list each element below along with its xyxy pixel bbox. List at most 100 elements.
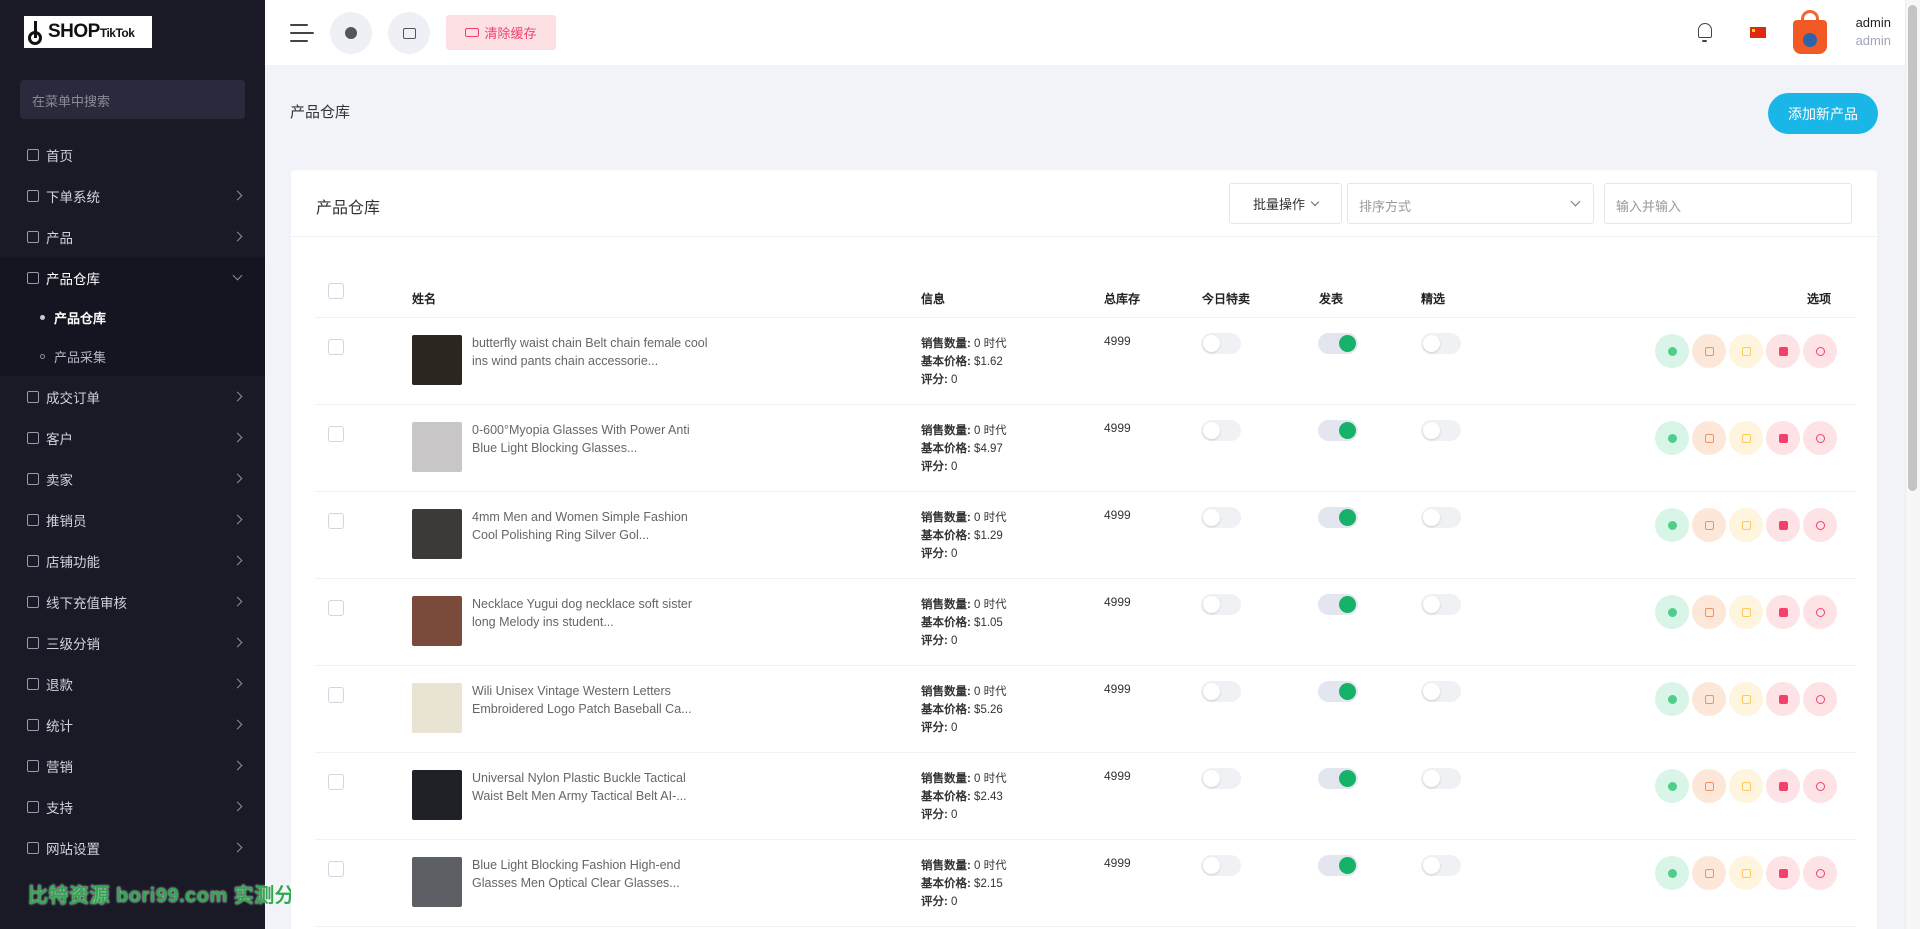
copy-button[interactable] [1729,856,1763,890]
select-all-checkbox[interactable] [328,283,344,299]
globe-button[interactable] [330,12,372,54]
featured-toggle[interactable] [1421,507,1461,528]
published-toggle[interactable] [1318,768,1358,789]
product-name[interactable]: Necklace Yugui dog necklace soft sister … [472,595,712,631]
sidebar-item[interactable]: 产品 [0,216,265,257]
unpublish-button[interactable] [1803,595,1837,629]
edit-button[interactable] [1692,334,1726,368]
clear-cache-button[interactable]: 清除缓存 [446,15,556,50]
today-deal-toggle[interactable] [1201,855,1241,876]
copy-button[interactable] [1729,508,1763,542]
col-name[interactable]: 姓名 [412,290,436,307]
product-name[interactable]: Blue Light Blocking Fashion High-end Gla… [472,856,712,892]
bulk-action-button[interactable]: 批量操作 [1229,183,1342,224]
unpublish-button[interactable] [1803,856,1837,890]
sidebar-item[interactable]: 三级分销 [0,622,265,663]
published-toggle[interactable] [1318,855,1358,876]
sidebar-item[interactable]: 卖家 [0,458,265,499]
menu-search-input[interactable]: 在菜单中搜索 [20,80,245,119]
today-deal-toggle[interactable] [1201,768,1241,789]
view-button[interactable] [1655,769,1689,803]
delete-button[interactable] [1766,421,1800,455]
edit-button[interactable] [1692,595,1726,629]
unpublish-button[interactable] [1803,334,1837,368]
row-checkbox[interactable] [328,426,344,442]
sidebar-item[interactable]: 退款 [0,663,265,704]
edit-button[interactable] [1692,769,1726,803]
featured-toggle[interactable] [1421,420,1461,441]
sidebar-item[interactable]: 线下充值审核 [0,581,265,622]
unpublish-button[interactable] [1803,421,1837,455]
product-name[interactable]: 4mm Men and Women Simple Fashion Cool Po… [472,508,712,544]
view-button[interactable] [1655,508,1689,542]
featured-toggle[interactable] [1421,681,1461,702]
sidebar-item[interactable]: 支持 [0,786,265,827]
sidebar-item[interactable]: 首页 [0,134,265,175]
view-button[interactable] [1655,421,1689,455]
view-button[interactable] [1655,334,1689,368]
row-checkbox[interactable] [328,600,344,616]
row-checkbox[interactable] [328,687,344,703]
logo[interactable]: SHOPTikTok [24,16,152,48]
sidebar-item[interactable]: 推销员 [0,499,265,540]
product-thumbnail[interactable] [412,509,462,559]
sidebar-item[interactable]: 成交订单 [0,376,265,417]
product-thumbnail[interactable] [412,335,462,385]
product-name[interactable]: 0-600°Myopia Glasses With Power Anti Blu… [472,421,712,457]
edit-button[interactable] [1692,508,1726,542]
copy-button[interactable] [1729,682,1763,716]
product-name[interactable]: butterfly waist chain Belt chain female … [472,334,712,370]
scrollbar-thumb[interactable] [1908,5,1917,491]
delete-button[interactable] [1766,508,1800,542]
col-published[interactable]: 发表 [1319,290,1343,307]
today-deal-toggle[interactable] [1201,681,1241,702]
today-deal-toggle[interactable] [1201,420,1241,441]
avatar[interactable] [1793,10,1827,54]
delete-button[interactable] [1766,769,1800,803]
row-checkbox[interactable] [328,774,344,790]
col-today-deal[interactable]: 今日特卖 [1202,290,1250,307]
product-thumbnail[interactable] [412,422,462,472]
sidebar-item[interactable]: 营销 [0,745,265,786]
search-input[interactable]: 输入并输入 [1604,183,1852,224]
published-toggle[interactable] [1318,507,1358,528]
menu-icon[interactable] [290,22,314,42]
product-thumbnail[interactable] [412,857,462,907]
featured-toggle[interactable] [1421,768,1461,789]
sidebar-item[interactable]: 下单系统 [0,175,265,216]
view-button[interactable] [1655,595,1689,629]
china-flag-icon[interactable] [1750,27,1766,38]
sidebar-item[interactable]: 客户 [0,417,265,458]
product-name[interactable]: Wili Unisex Vintage Western Letters Embr… [472,682,712,718]
sidebar-item[interactable]: 产品仓库 [0,257,265,298]
unpublish-button[interactable] [1803,508,1837,542]
copy-button[interactable] [1729,769,1763,803]
copy-button[interactable] [1729,421,1763,455]
copy-button[interactable] [1729,595,1763,629]
row-checkbox[interactable] [328,513,344,529]
featured-toggle[interactable] [1421,333,1461,354]
unpublish-button[interactable] [1803,769,1837,803]
delete-button[interactable] [1766,595,1800,629]
product-thumbnail[interactable] [412,596,462,646]
today-deal-toggle[interactable] [1201,333,1241,354]
product-thumbnail[interactable] [412,770,462,820]
unpublish-button[interactable] [1803,682,1837,716]
col-stock[interactable]: 总库存 [1104,290,1140,307]
today-deal-toggle[interactable] [1201,507,1241,528]
delete-button[interactable] [1766,682,1800,716]
published-toggle[interactable] [1318,594,1358,615]
col-info[interactable]: 信息 [921,290,945,307]
product-name[interactable]: Universal Nylon Plastic Buckle Tactical … [472,769,712,805]
edit-button[interactable] [1692,856,1726,890]
sidebar-item[interactable]: 网站设置 [0,827,265,868]
copy-button[interactable] [1729,334,1763,368]
edit-button[interactable] [1692,682,1726,716]
sort-select[interactable]: 排序方式 [1347,183,1594,224]
row-checkbox[interactable] [328,339,344,355]
col-featured[interactable]: 精选 [1421,290,1445,307]
sidebar-item[interactable]: 店铺功能 [0,540,265,581]
edit-button[interactable] [1692,421,1726,455]
submenu-item[interactable]: 产品仓库 [0,298,265,337]
row-checkbox[interactable] [328,861,344,877]
